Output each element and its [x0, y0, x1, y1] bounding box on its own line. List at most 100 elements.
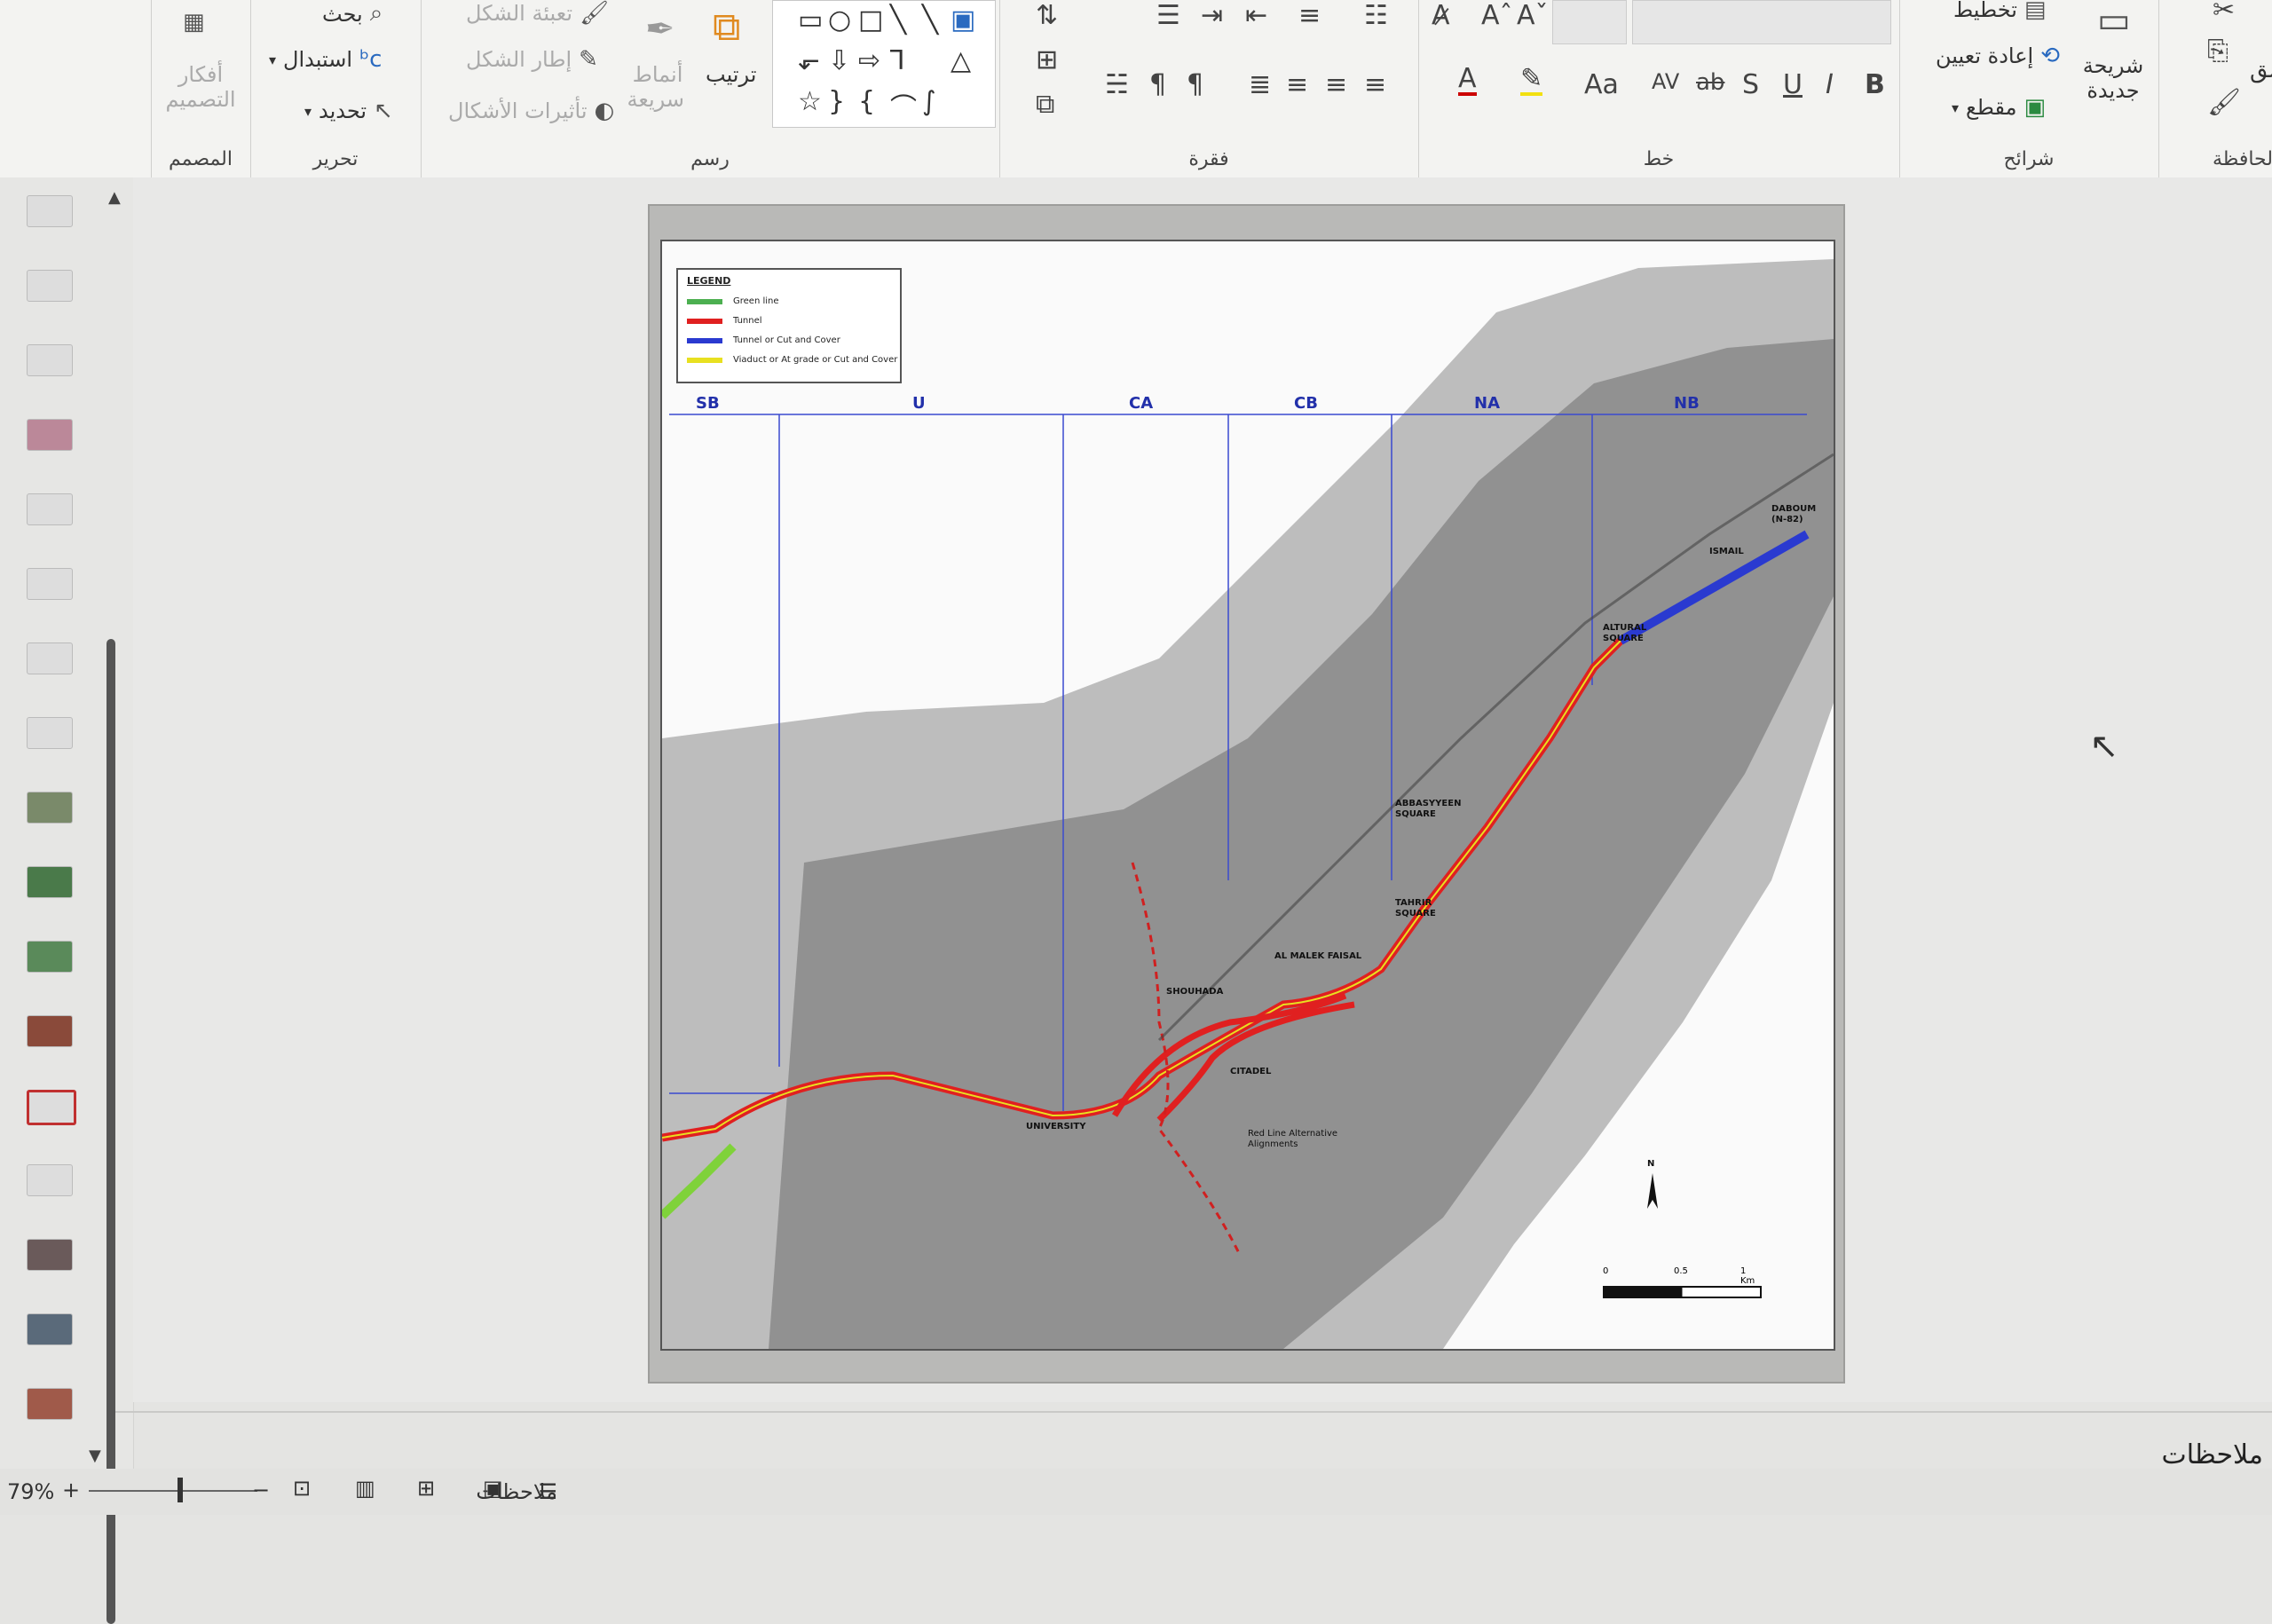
find-button[interactable]: ⌕ بحث [322, 0, 383, 28]
reading-view-icon[interactable]: ▥ [355, 1476, 375, 1501]
align-right-icon[interactable]: ≡ [1286, 69, 1308, 100]
smartart-icon[interactable]: ⧉ [1036, 89, 1054, 120]
notes-pane-label[interactable]: ملاحظات [2161, 1439, 2263, 1470]
slide-thumbnail[interactable] [27, 270, 73, 302]
font-shrink-icon[interactable]: Aˇ [1517, 0, 1549, 31]
align-justify-icon[interactable]: ≣ [1249, 69, 1271, 100]
connector-shape-icon[interactable]: ⅂ [890, 45, 905, 76]
right-arrow-shape-icon[interactable]: ⇨ [858, 45, 880, 76]
slide-thumbnail[interactable] [27, 1015, 73, 1047]
slide-thumbnail-selected[interactable] [27, 1090, 76, 1125]
select-button[interactable]: ↖ تحديد ▾ [304, 98, 393, 124]
line-spacing-icon[interactable]: ≡ [1298, 0, 1321, 31]
slide-thumbnail[interactable] [27, 941, 73, 973]
zoom-in-icon[interactable]: + [62, 1478, 80, 1502]
slide-thumbnail[interactable] [27, 643, 73, 674]
rectangle-shape-icon[interactable]: ▭ [798, 4, 823, 35]
reset-button[interactable]: ⟲ إعادة تعيين [1936, 43, 2060, 69]
slide-thumbnail[interactable] [27, 1239, 73, 1271]
font-size-box[interactable] [1552, 0, 1627, 44]
line2-shape-icon[interactable]: ╲ [922, 4, 938, 35]
rtl-icon[interactable]: ¶ [1187, 69, 1203, 100]
bold-button[interactable]: B [1865, 69, 1885, 100]
legend-label: Tunnel [733, 316, 762, 326]
numbering-icon[interactable]: ☰ [1156, 0, 1180, 31]
font-name-box[interactable] [1632, 0, 1891, 44]
zoom-out-icon[interactable]: − [252, 1478, 270, 1502]
section-button[interactable]: ▣ مقطع ▾ [1952, 94, 2046, 121]
char-spacing-button[interactable]: AV [1652, 69, 1679, 94]
oval-shape-icon[interactable]: ○ [828, 4, 851, 35]
slide[interactable]: LEGEND Green line Tunnel Tunnel or Cut a… [648, 204, 1845, 1384]
down-arrow-shape-icon[interactable]: ⇩ [828, 45, 850, 76]
font-grow-icon[interactable]: Aˆ [1481, 0, 1513, 31]
slide-thumbnail[interactable] [27, 866, 73, 898]
star-shape-icon[interactable]: ☆ [798, 86, 822, 117]
slide-thumbnail[interactable] [27, 419, 73, 451]
new-slide-icon: ▭ [2097, 0, 2131, 41]
design-ideas-button[interactable]: أفكار التصميم [161, 62, 241, 112]
zoom-slider-thumb[interactable] [178, 1478, 183, 1502]
presenter-view-icon[interactable]: ⊡ [293, 1476, 311, 1501]
shapes-gallery[interactable]: ▭ ○ □ ╲ ╲ ▣ ⬐ ⇩ ⇨ ⅂ △ ☆ } { ⌒ ∫ [772, 0, 996, 128]
bullets-icon[interactable]: ☷ [1364, 0, 1388, 31]
strikethrough-button[interactable]: ab [1696, 69, 1724, 96]
cut-icon[interactable]: ✂ [2213, 0, 2235, 26]
new-slide-button[interactable]: شريحة جديدة [2078, 53, 2149, 103]
change-case-button[interactable]: Aa [1584, 69, 1619, 100]
copy-icon[interactable]: ⎘ [2207, 35, 2229, 67]
align-text-icon[interactable]: ⊞ [1036, 44, 1058, 75]
triangle-shape-icon[interactable]: △ [951, 45, 971, 76]
align-left-icon[interactable]: ≡ [1364, 69, 1386, 100]
paste-label[interactable]: لصق [2250, 57, 2272, 83]
group-label-drawing: رسم [690, 148, 730, 170]
ltr-icon[interactable]: ¶ [1149, 69, 1166, 100]
arc-shape-icon[interactable]: ⌒ [890, 86, 917, 125]
slide-thumbnail[interactable] [27, 792, 73, 824]
shape-effects-button[interactable]: ◐ تأثيرات الأشكال [448, 98, 614, 124]
slide-thumbnail[interactable] [27, 344, 73, 376]
clear-formatting-icon[interactable]: A̷ [1432, 0, 1450, 31]
notes-toggle-label: ملاحظات [476, 1479, 557, 1504]
cursor-select-icon: ↖ [374, 98, 393, 124]
arrange-button[interactable]: ترتيب [706, 62, 756, 87]
slide-thumbnail[interactable] [27, 568, 73, 600]
italic-button[interactable]: I [1826, 69, 1834, 100]
format-painter-icon[interactable]: 🖌 [2207, 87, 2241, 118]
font-color-icon[interactable]: A [1458, 66, 1477, 96]
zoom-level[interactable]: 79% [7, 1479, 54, 1504]
slide-thumbnail[interactable] [27, 493, 73, 525]
scroll-down-icon[interactable]: ▼ [89, 1447, 101, 1465]
slide-sorter-icon[interactable]: ⊞ [417, 1476, 435, 1501]
slide-thumbnail[interactable] [27, 1164, 73, 1196]
underline-button[interactable]: U [1783, 69, 1803, 100]
columns-icon[interactable]: ☵ [1105, 69, 1129, 100]
text-direction-icon[interactable]: ⇅ [1036, 0, 1058, 31]
shape-outline-button[interactable]: ✎ إطار الشكل [466, 46, 598, 73]
shadow-button[interactable]: S [1742, 69, 1759, 100]
align-center-icon[interactable]: ≡ [1325, 69, 1347, 100]
replace-button[interactable]: ᵇc استبدال ▾ [269, 46, 382, 73]
curve-shape-icon[interactable]: ∫ [922, 86, 936, 117]
square-shape-icon[interactable]: □ [858, 4, 883, 35]
textbox-shape-icon[interactable]: ▣ [951, 4, 975, 35]
chevron-shape-icon[interactable]: ⬐ [798, 45, 820, 76]
layout-button[interactable]: ▤ تخطيط [1953, 0, 2046, 23]
slide-thumbnail[interactable] [27, 1313, 73, 1345]
highlight-icon[interactable]: ✎ [1520, 66, 1543, 96]
slide-thumbnail[interactable] [27, 1388, 73, 1420]
scroll-up-icon[interactable]: ▲ [108, 188, 121, 207]
brace2-shape-icon[interactable]: { [858, 86, 875, 117]
slide-thumbnail[interactable] [27, 195, 73, 227]
quick-styles-button[interactable]: أنماط سريعة [627, 62, 684, 112]
brace-shape-icon[interactable]: } [828, 86, 845, 117]
line-shape-icon[interactable]: ╲ [890, 4, 906, 35]
notes-separator[interactable] [115, 1411, 2272, 1413]
group-label-clipboard: الحافظة [2213, 148, 2272, 170]
indent-decrease-icon[interactable]: ⇤ [1245, 0, 1267, 31]
zoom-slider[interactable] [89, 1490, 257, 1492]
pencil-icon: ✎ [579, 46, 598, 73]
shape-fill-button[interactable]: 🖌 تعبئة الشكل [466, 0, 609, 27]
slide-thumbnail[interactable] [27, 717, 73, 749]
indent-increase-icon[interactable]: ⇥ [1201, 0, 1223, 31]
